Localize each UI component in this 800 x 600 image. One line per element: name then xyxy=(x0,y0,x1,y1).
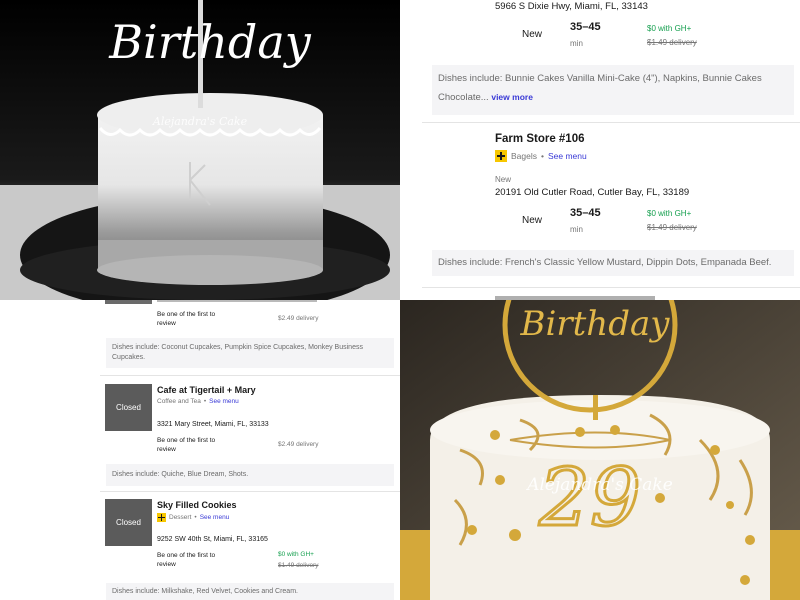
eta-unit: min xyxy=(570,39,583,48)
restaurant-meta: Coffee and Tea • See menu xyxy=(157,398,239,405)
dishes-text: Dishes include: French's Classic Yellow … xyxy=(438,257,772,268)
address-cutoff xyxy=(157,300,317,302)
dishes-summary: Dishes include: French's Classic Yellow … xyxy=(432,250,794,276)
dishes-summary: Dishes include: Bunnie Cakes Vanilla Min… xyxy=(432,65,794,115)
restaurant-thumbnail[interactable] xyxy=(105,300,152,304)
divider xyxy=(100,375,400,376)
view-more-link[interactable]: view more xyxy=(491,92,533,102)
grubhub-plus-icon xyxy=(157,513,166,522)
new-label: New xyxy=(522,215,543,226)
eta-value: 35–45 xyxy=(570,21,601,33)
divider xyxy=(422,287,800,288)
delivery-fee: $1.49 delivery xyxy=(647,38,697,47)
restaurant-name[interactable]: Cafe at Tigertail + Mary xyxy=(157,385,256,395)
dishes-text: Dishes include: Coconut Cupcakes, Pumpki… xyxy=(112,344,363,361)
cuisine-label: Bagels xyxy=(511,151,537,161)
see-menu-link[interactable]: See menu xyxy=(209,398,239,405)
dishes-text: Dishes include: Quiche, Blue Dream, Shot… xyxy=(112,471,249,478)
listing-panel: Be one of the first to review $2.49 deli… xyxy=(0,300,400,600)
divider xyxy=(100,491,400,492)
restaurant-address: 9252 SW 40th St, Miami, FL, 33165 xyxy=(157,536,268,543)
see-menu-link[interactable]: See menu xyxy=(200,514,230,521)
cuisine-label: Dessert xyxy=(169,514,192,521)
delivery-fee: $2.49 delivery xyxy=(278,315,319,322)
age-number: 29 xyxy=(538,451,641,544)
restaurant-name[interactable]: Sky Filled Cookies xyxy=(157,500,237,510)
dishes-summary: Dishes include: Milkshake, Red Velvet, C… xyxy=(106,583,394,600)
new-tag: New xyxy=(495,175,512,184)
restaurant-meta: Dessert • See menu xyxy=(157,513,229,522)
divider xyxy=(422,122,800,123)
listing-panel-zoomed: 5966 S Dixie Hwy, Miami, FL, 33143 New 3… xyxy=(400,0,800,300)
review-prompt: Be one of the first to review xyxy=(157,311,216,327)
restaurant-meta: Bagels • See menu xyxy=(495,150,587,162)
delivery-fee: $2.49 delivery xyxy=(278,441,319,448)
review-prompt: Be one of the first to review xyxy=(157,437,216,453)
eta-value: 35–45 xyxy=(570,207,601,219)
eta-unit: min xyxy=(570,225,583,234)
silver-cake-illustration: Birthday Alejandra's Cake xyxy=(0,0,400,300)
closed-status: Closed xyxy=(116,403,141,412)
silver-cake-photo: Birthday Alejandra's Cake xyxy=(0,0,400,300)
dishes-text: Dishes include: Bunnie Cakes Vanilla Min… xyxy=(438,73,762,103)
grubhub-plus-icon xyxy=(495,150,507,162)
see-menu-link[interactable]: See menu xyxy=(548,151,587,161)
gh-plus-offer: $0 with GH+ xyxy=(278,551,314,558)
restaurant-address: 5966 S Dixie Hwy, Miami, FL, 33143 xyxy=(495,1,648,12)
gold-cake-illustration: Birthday 29 Alejandra's Cake xyxy=(400,300,800,600)
dishes-text: Dishes include: Milkshake, Red Velvet, C… xyxy=(112,588,298,595)
restaurant-address: 3321 Mary Street, Miami, FL, 33133 xyxy=(157,421,269,428)
topper-birthday-text: Birthday xyxy=(520,304,671,344)
review-prompt: Be one of the first to review xyxy=(157,552,216,568)
restaurant-address: 20191 Old Cutler Road, Cutler Bay, FL, 3… xyxy=(495,187,690,198)
delivery-fee: $1.49 delivery xyxy=(647,223,697,232)
cuisine-label: Coffee and Tea xyxy=(157,398,201,405)
restaurant-thumbnail[interactable]: Closed xyxy=(105,499,152,546)
watermark-text: Alejandra's Cake xyxy=(525,475,673,495)
closed-status: Closed xyxy=(116,518,141,527)
dishes-summary: Dishes include: Coconut Cupcakes, Pumpki… xyxy=(106,338,394,368)
restaurant-thumbnail[interactable]: Closed xyxy=(105,384,152,431)
new-label: New xyxy=(522,29,543,40)
topper-birthday-text: Birthday xyxy=(108,15,311,69)
delivery-fee: $1.49 delivery xyxy=(278,562,319,569)
gold-cake-photo: Birthday 29 Alejandra's Cake xyxy=(400,300,800,600)
gh-plus-offer: $0 with GH+ xyxy=(647,209,692,218)
dishes-summary: Dishes include: Quiche, Blue Dream, Shot… xyxy=(106,464,394,486)
restaurant-name[interactable]: Farm Store #106 xyxy=(495,133,585,145)
gh-plus-offer: $0 with GH+ xyxy=(647,24,692,33)
watermark-text: Alejandra's Cake xyxy=(152,115,248,128)
